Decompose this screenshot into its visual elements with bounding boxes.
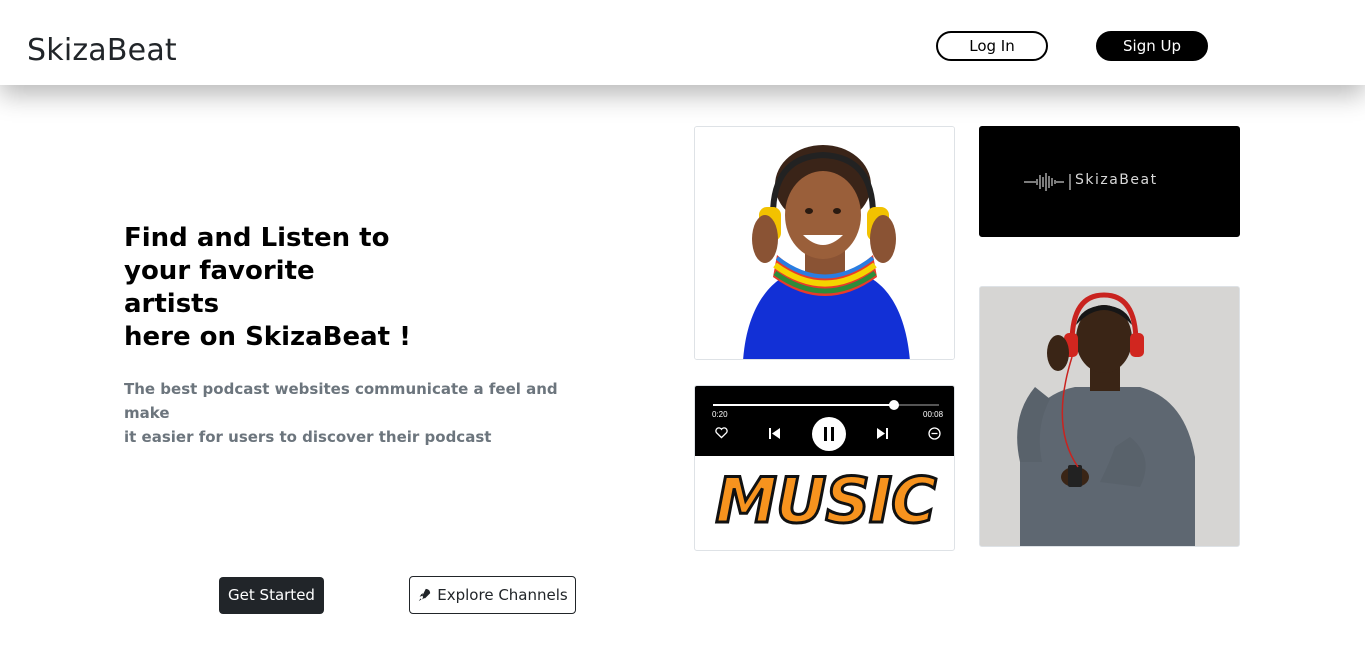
man-headphones-image [979, 286, 1240, 547]
navbar: SkizaBeat Log In Sign Up [0, 0, 1365, 85]
headline-line: your favorite artists [124, 256, 315, 319]
subtext-line: it easier for users to discover their po… [124, 428, 492, 446]
music-text-art: MUSIC [714, 463, 938, 539]
subtext-line: The best podcast websites communicate a … [124, 380, 558, 422]
progress-knob[interactable] [888, 400, 899, 410]
heart-icon[interactable] [715, 427, 728, 439]
remaining-time: 00:08 [923, 410, 944, 419]
girl-headphones-image [694, 126, 955, 360]
logo-text: SkizaBeat [1075, 172, 1158, 188]
minus-circle-icon[interactable] [928, 427, 941, 440]
explore-channels-button[interactable]: Explore Channels [409, 576, 576, 614]
pause-button[interactable] [812, 417, 846, 451]
pause-icon [824, 427, 834, 441]
brand-logo[interactable]: SkizaBeat [27, 33, 177, 68]
music-player-card: 0:20 00:08 MUSIC [694, 385, 955, 551]
next-icon[interactable] [877, 428, 888, 439]
headline-line: Find and Listen to [124, 223, 390, 253]
headline-line: here on SkizaBeat ! [124, 322, 412, 352]
rocket-icon [419, 588, 431, 602]
signup-button[interactable]: Sign Up [1096, 31, 1208, 61]
player-bar: 0:20 00:08 [695, 386, 954, 456]
elapsed-time: 0:20 [712, 410, 728, 419]
explore-label: Explore Channels [437, 586, 568, 604]
skizabeat-logo-card: SkizaBeat [979, 126, 1240, 237]
previous-icon[interactable] [769, 428, 780, 439]
login-button[interactable]: Log In [936, 31, 1048, 61]
hero-headline: Find and Listen to your favorite artists… [124, 222, 414, 354]
progress-fill [713, 404, 894, 406]
hero-subtext: The best podcast websites communicate a … [124, 377, 564, 449]
get-started-button[interactable]: Get Started [219, 577, 324, 614]
